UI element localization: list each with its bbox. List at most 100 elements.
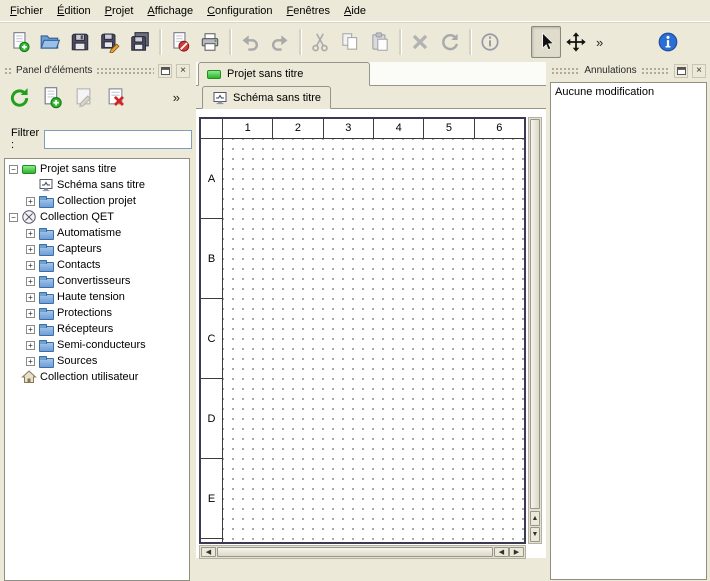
paste-button[interactable] (365, 26, 395, 58)
new-element-button[interactable] (37, 83, 66, 112)
expand-icon[interactable]: + (26, 309, 35, 318)
filter-input[interactable] (44, 130, 192, 149)
save-button[interactable] (65, 26, 95, 58)
vertical-scrollbar-thumb[interactable] (530, 119, 540, 509)
menu-projet[interactable]: Projet (98, 2, 141, 20)
dock-grip[interactable] (641, 67, 670, 75)
undo-panel-title-bar[interactable]: Annulations × (549, 62, 708, 79)
expand-icon[interactable]: + (26, 341, 35, 350)
toolbar-overflow-button[interactable]: » (591, 35, 608, 50)
tree-item-collection-qet[interactable]: − Collection QET (5, 209, 189, 225)
tab-schema-sans-titre[interactable]: Schéma sans titre (202, 86, 331, 109)
undo-history-list[interactable]: Aucune modification (550, 82, 707, 580)
save-as-icon (99, 31, 121, 53)
panel-toolbar-overflow-button[interactable]: » (168, 90, 185, 105)
column-header: 2 (273, 119, 323, 138)
schema-icon (38, 177, 54, 193)
expand-icon[interactable]: + (26, 229, 35, 238)
column-header: 1 (223, 119, 273, 138)
tree-item-label: Récepteurs (57, 323, 113, 335)
new-document-button[interactable] (5, 26, 35, 58)
tree-item-convertisseurs[interactable]: + Convertisseurs (5, 273, 189, 289)
expand-icon[interactable]: + (26, 277, 35, 286)
tree-item-collection-projet[interactable]: + Collection projet (5, 193, 189, 209)
elements-panel: Panel d'éléments × » Filtrer : − Projet … (2, 62, 192, 581)
rotate-button[interactable] (435, 26, 465, 58)
folder-icon (38, 321, 54, 337)
copy-button[interactable] (335, 26, 365, 58)
collapse-icon[interactable]: − (9, 213, 18, 222)
edit-element-button[interactable] (69, 83, 98, 112)
menu-edition[interactable]: Édition (50, 2, 98, 20)
schema-tab-icon (212, 90, 228, 106)
menu-aide[interactable]: Aide (337, 2, 373, 20)
cut-button[interactable] (305, 26, 335, 58)
move-tool-button[interactable] (561, 26, 591, 58)
elements-panel-title-bar[interactable]: Panel d'éléments × (2, 62, 192, 79)
close-panel-button[interactable]: × (692, 64, 706, 78)
schema-canvas-frame[interactable]: 1 2 3 4 5 6 A B C D E (199, 117, 526, 544)
about-info-button[interactable] (653, 26, 683, 58)
tree-item-label: Semi-conducteurs (57, 339, 146, 351)
tab-projet-sans-titre[interactable]: Projet sans titre (198, 62, 370, 86)
tree-item-schema-sans-titre[interactable]: Schéma sans titre (5, 177, 189, 193)
open-project-button[interactable] (35, 26, 65, 58)
save-all-button[interactable] (125, 26, 155, 58)
tree-item-automatisme[interactable]: + Automatisme (5, 225, 189, 241)
tree-item-sources[interactable]: + Sources (5, 353, 189, 369)
select-tool-button[interactable] (531, 26, 561, 58)
reload-collections-button[interactable] (5, 83, 34, 112)
select-arrow-icon (535, 31, 557, 53)
scroll-right-button[interactable]: ▶ (509, 547, 524, 557)
dock-grip[interactable] (551, 67, 580, 75)
tree-item-haute-tension[interactable]: + Haute tension (5, 289, 189, 305)
scroll-down-button[interactable]: ▼ (530, 527, 540, 542)
menu-fichier[interactable]: Fichier (3, 2, 50, 20)
tree-item-semi-conducteurs[interactable]: + Semi-conducteurs (5, 337, 189, 353)
expand-icon[interactable]: + (26, 357, 35, 366)
folder-icon (38, 193, 54, 209)
menu-affichage[interactable]: Affichage (140, 2, 200, 20)
save-as-button[interactable] (95, 26, 125, 58)
close-document-button[interactable] (165, 26, 195, 58)
tree-item-recepteurs[interactable]: + Récepteurs (5, 321, 189, 337)
tree-item-protections[interactable]: + Protections (5, 305, 189, 321)
tree-item-collection-utilisateur[interactable]: Collection utilisateur (5, 369, 189, 385)
expand-icon[interactable]: + (26, 197, 35, 206)
undo-button[interactable] (235, 26, 265, 58)
elements-tree[interactable]: − Projet sans titre Schéma sans titre + … (4, 158, 190, 581)
horizontal-scrollbar-thumb[interactable] (217, 547, 493, 557)
scroll-up-button[interactable]: ▲ (530, 511, 540, 526)
float-panel-button[interactable] (674, 64, 688, 78)
expand-icon[interactable]: + (26, 293, 35, 302)
delete-element-button[interactable] (101, 83, 130, 112)
expand-icon[interactable]: + (26, 261, 35, 270)
schema-grid-canvas[interactable] (223, 139, 524, 542)
scroll-left-button[interactable]: ◀ (201, 547, 216, 557)
close-panel-button[interactable]: × (176, 64, 190, 78)
tree-item-contacts[interactable]: + Contacts (5, 257, 189, 273)
tree-item-projet-sans-titre[interactable]: − Projet sans titre (5, 161, 189, 177)
print-button[interactable] (195, 26, 225, 58)
row-header: D (201, 379, 222, 459)
scroll-left-end-button[interactable]: ◀ (494, 547, 509, 557)
row-header: E (201, 459, 222, 539)
vertical-scrollbar[interactable]: ▲ ▼ (528, 117, 542, 544)
dock-grip[interactable] (96, 67, 154, 75)
delete-button[interactable] (405, 26, 435, 58)
horizontal-scrollbar[interactable]: ◀ ◀ ▶ (199, 545, 526, 559)
toolbar-separator (469, 29, 471, 55)
menu-fenetres[interactable]: Fenêtres (280, 2, 337, 20)
expand-icon[interactable]: + (26, 245, 35, 254)
menu-configuration[interactable]: Configuration (200, 2, 279, 20)
float-panel-button[interactable] (158, 64, 172, 78)
info-button[interactable] (475, 26, 505, 58)
tree-item-capteurs[interactable]: + Capteurs (5, 241, 189, 257)
paste-icon (369, 31, 391, 53)
redo-button[interactable] (265, 26, 295, 58)
main-toolbar: » (0, 22, 710, 62)
dock-grip[interactable] (4, 67, 12, 75)
expand-icon[interactable]: + (26, 325, 35, 334)
collapse-icon[interactable]: − (9, 165, 18, 174)
menu-bar: Fichier Édition Projet Affichage Configu… (0, 0, 710, 22)
